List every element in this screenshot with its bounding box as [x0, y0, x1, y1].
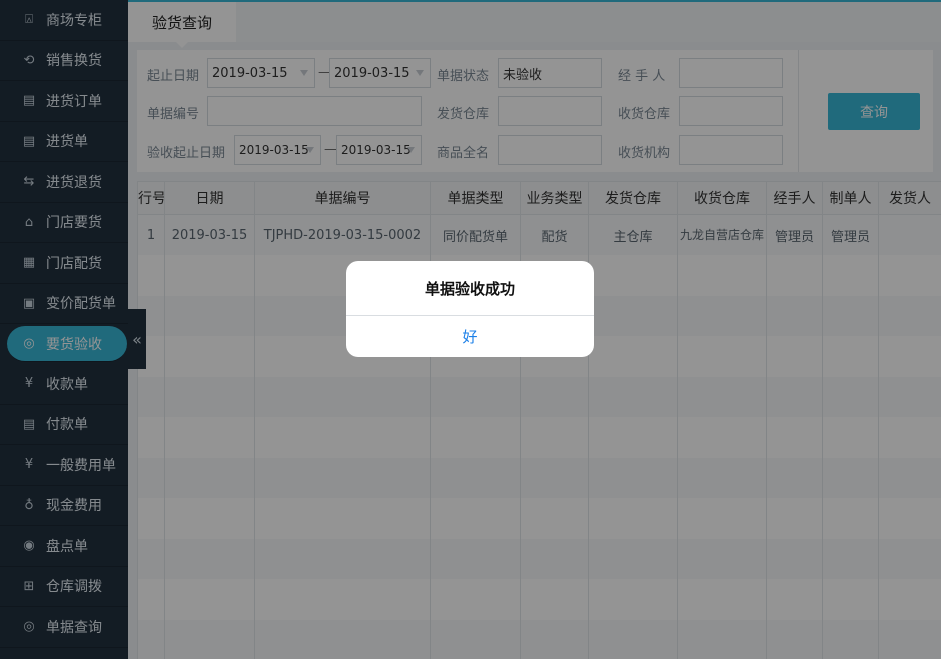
- dialog-message: 单据验收成功: [346, 261, 594, 316]
- success-dialog: 单据验收成功 好: [346, 261, 594, 357]
- dialog-ok-button[interactable]: 好: [346, 316, 594, 357]
